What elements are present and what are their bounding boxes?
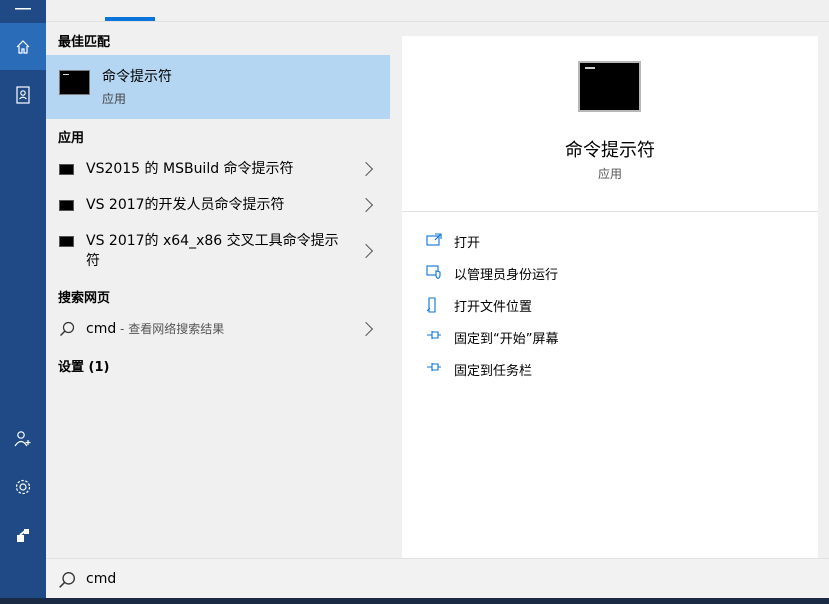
best-match-title: 命令提示符 (102, 69, 172, 85)
results-panel: 最佳匹配 命令提示符 应用 应用 VS2015 的 MSBuild 命令提示符 … (46, 22, 390, 558)
search-icon (60, 321, 75, 336)
chevron-right-icon[interactable] (361, 195, 373, 215)
web-search-query: cmd (86, 321, 117, 337)
open-action[interactable]: 打开 (426, 229, 806, 253)
best-match-item[interactable]: 命令提示符 应用 (46, 55, 390, 119)
cmd-app-icon (59, 236, 74, 247)
gear-icon (15, 479, 31, 494)
taskbar-edge (0, 598, 829, 604)
feedback-button[interactable] (0, 511, 46, 558)
pin-icon (427, 331, 441, 339)
detail-panel: 命令提示符 应用 打开 以管理员身份运行 打开文件位置 固定到“开始”屏幕 固定… (402, 36, 818, 558)
app-result-item[interactable]: VS 2017的 x64_x86 交叉工具命令提示符 (46, 231, 390, 271)
scope-tab-strip (46, 0, 829, 22)
cmd-app-icon (59, 164, 74, 175)
cmd-app-large-icon (578, 61, 641, 112)
feedback-icon (17, 528, 29, 542)
run-as-admin-action[interactable]: 以管理员身份运行 (426, 261, 806, 285)
shield-run-icon (426, 265, 441, 279)
notebook-button[interactable] (0, 71, 46, 118)
app-result-item[interactable]: VS 2017的开发人员命令提示符 (46, 195, 390, 215)
open-file-location-action[interactable]: 打开文件位置 (426, 293, 806, 317)
search-box[interactable]: cmd (46, 558, 829, 598)
pin-to-start-action[interactable]: 固定到“开始”屏幕 (426, 325, 806, 349)
action-label: 以管理员身份运行 (454, 268, 559, 283)
web-search-text: cmd - 查看网络搜索结果 (86, 319, 346, 339)
home-button[interactable] (0, 23, 46, 70)
hamburger-menu-button[interactable] (0, 0, 46, 22)
best-match-header: 最佳匹配 (58, 35, 111, 50)
app-result-label: VS 2017的 x64_x86 交叉工具命令提示符 (86, 233, 339, 269)
chevron-right-icon[interactable] (361, 241, 373, 261)
left-rail (0, 0, 46, 598)
hamburger-icon (15, 8, 31, 10)
file-location-icon (426, 297, 436, 313)
home-icon (16, 39, 30, 54)
detail-title: 命令提示符 (565, 140, 655, 161)
active-tab-indicator (105, 17, 155, 21)
notebook-icon (16, 85, 30, 104)
divider (402, 211, 818, 212)
settings-header[interactable]: 设置 (1) (58, 356, 109, 375)
pin-icon (427, 363, 441, 371)
action-label: 打开文件位置 (454, 300, 533, 315)
settings-button[interactable] (0, 463, 46, 510)
chevron-right-icon[interactable] (361, 319, 373, 339)
search-input[interactable]: cmd (86, 571, 116, 587)
apps-header: 应用 (58, 131, 85, 146)
app-result-label: VS 2017的开发人员命令提示符 (86, 197, 285, 213)
account-button[interactable] (0, 415, 46, 462)
app-result-label: VS2015 的 MSBuild 命令提示符 (86, 161, 294, 177)
web-search-item[interactable]: cmd - 查看网络搜索结果 (46, 319, 390, 339)
user-add-icon (14, 430, 31, 446)
chevron-right-icon[interactable] (361, 159, 373, 179)
cmd-app-icon (59, 70, 90, 95)
app-result-item[interactable]: VS2015 的 MSBuild 命令提示符 (46, 159, 390, 179)
pin-to-taskbar-action[interactable]: 固定到任务栏 (426, 357, 806, 381)
action-label: 固定到“开始”屏幕 (454, 332, 559, 347)
web-search-hint: - 查看网络搜索结果 (116, 322, 225, 336)
search-icon (59, 572, 75, 588)
action-label: 打开 (454, 236, 481, 251)
best-match-subtitle: 应用 (102, 92, 127, 106)
cmd-app-icon (59, 200, 74, 211)
open-icon (426, 233, 442, 246)
action-label: 固定到任务栏 (454, 364, 533, 379)
detail-subtitle: 应用 (597, 167, 622, 181)
web-search-header: 搜索网页 (58, 291, 111, 306)
